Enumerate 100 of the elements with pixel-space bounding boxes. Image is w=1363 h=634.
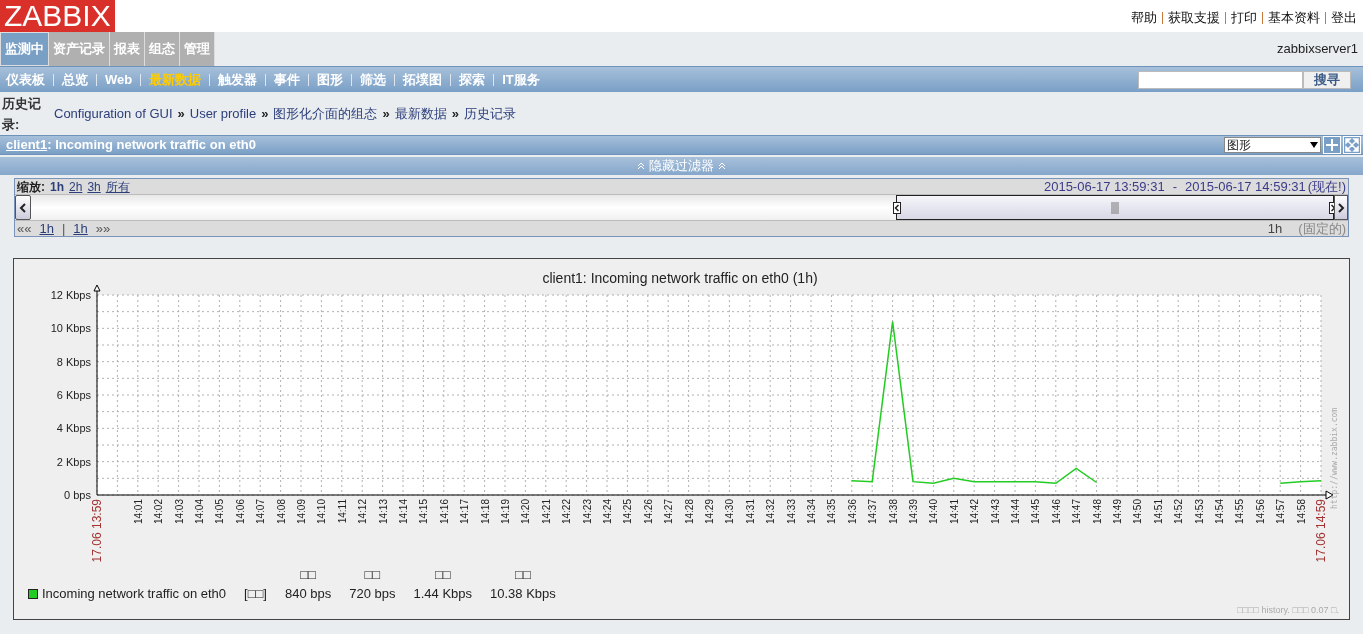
x-tick-label: 17.06 13:59 xyxy=(90,499,104,563)
header-link[interactable]: 基本资料 xyxy=(1268,8,1320,28)
search-field[interactable] xyxy=(1138,70,1303,89)
zoom-option[interactable]: 所有 xyxy=(105,177,130,196)
x-tick-label: 14:13 xyxy=(377,499,389,525)
x-tick-label: 14:01 xyxy=(132,499,144,525)
x-tick-label: 14:20 xyxy=(520,499,532,525)
forward-step-link[interactable]: 1h xyxy=(73,218,88,239)
y-tick-label: 6 Kbps xyxy=(56,389,91,401)
period-label: 1h xyxy=(1267,219,1283,238)
breadcrumb-link[interactable]: User profile xyxy=(189,103,257,124)
x-tick-label: 14:51 xyxy=(1152,499,1164,525)
legend-column-header: □□ xyxy=(300,565,316,584)
x-tick-label: 14:23 xyxy=(581,499,593,525)
breadcrumb-separator: » xyxy=(261,104,269,123)
y-tick-label: 8 Kbps xyxy=(56,355,91,368)
x-tick-label: 14:18 xyxy=(479,499,491,525)
header-link[interactable]: 获取支援 xyxy=(1168,8,1220,28)
header-link[interactable]: 登出 xyxy=(1331,8,1357,28)
x-tick-label: 14:28 xyxy=(683,499,695,525)
range-separator: - xyxy=(1172,177,1177,196)
breadcrumb-separator: » xyxy=(451,104,459,123)
legend-item-name: Incoming network traffic on eth0 xyxy=(42,585,227,603)
y-tick-label: 12 Kbps xyxy=(50,289,91,301)
x-tick-label: 14:57 xyxy=(1275,499,1287,525)
x-tick-label: 14:42 xyxy=(969,499,981,525)
scroll-right-button[interactable] xyxy=(1334,195,1348,220)
watermark-text: http://www.zabbix.com xyxy=(1330,407,1339,509)
zabbix-logo[interactable]: ZABBIX xyxy=(0,0,115,32)
x-tick-label: 14:48 xyxy=(1091,499,1103,525)
x-tick-label: 14:34 xyxy=(806,499,817,525)
breadcrumb-link[interactable]: Configuration of GUI xyxy=(54,103,173,124)
x-tick-label: 14:26 xyxy=(642,499,654,525)
breadcrumb-link[interactable]: 图形化介面的组态 xyxy=(273,103,378,124)
x-tick-label: 14:49 xyxy=(1112,499,1123,525)
back-step-link[interactable]: 1h xyxy=(39,218,54,239)
collapse-icon xyxy=(637,162,645,170)
period-handle[interactable] xyxy=(896,195,1334,220)
fullscreen-icon[interactable] xyxy=(1343,136,1361,154)
chart-title: client1: Incoming network traffic on eth0 (1h) xyxy=(542,270,818,286)
x-tick-label: 14:02 xyxy=(153,499,165,525)
server-name: zabbixserver1 xyxy=(1277,40,1359,59)
x-tick-label: 14:08 xyxy=(275,499,287,525)
search-button[interactable]: 搜寻 xyxy=(1303,70,1351,89)
graph-name: : Incoming network traffic on eth0 xyxy=(47,136,256,155)
x-tick-label: 14:50 xyxy=(1132,499,1144,525)
x-tick-label: 14:37 xyxy=(867,499,879,525)
x-tick-label: 14:32 xyxy=(765,499,777,525)
x-tick-label: 14:58 xyxy=(1295,499,1307,525)
header-link[interactable]: 帮助 xyxy=(1131,8,1157,28)
x-tick-label: 14:38 xyxy=(887,499,899,525)
legend-value: 10.38 Kbps xyxy=(490,585,556,603)
x-tick-label: 14:15 xyxy=(418,499,430,525)
header-link[interactable]: 打印 xyxy=(1231,8,1257,28)
legend-column-header: □□ xyxy=(434,565,451,584)
x-tick-label: 14:29 xyxy=(704,499,715,525)
x-tick-label: 14:27 xyxy=(663,499,675,525)
back-link[interactable]: «« xyxy=(17,218,32,239)
y-tick-label: 4 Kbps xyxy=(56,422,91,435)
zoom-option[interactable]: 2h xyxy=(69,177,83,196)
x-tick-label: 14:24 xyxy=(602,499,613,525)
x-tick-label: 14:36 xyxy=(846,499,858,525)
legend-value: 840 bps xyxy=(284,585,332,603)
x-tick-label: 14:53 xyxy=(1193,499,1205,525)
legend-function: [□□] xyxy=(244,585,267,603)
x-tick-label: 14:33 xyxy=(785,499,797,525)
x-tick-label: 14:22 xyxy=(561,499,573,525)
x-tick-label: 14:54 xyxy=(1214,499,1225,525)
now-label: (现在!) xyxy=(1307,177,1346,196)
x-tick-label: 14:40 xyxy=(928,499,940,525)
x-tick-label: 14:05 xyxy=(214,499,226,525)
x-tick-label: 14:10 xyxy=(316,499,328,525)
zoom-option[interactable]: 1h xyxy=(50,177,64,196)
y-tick-label: 0 bps xyxy=(64,489,91,501)
x-tick-label: 14:35 xyxy=(826,499,838,525)
forward-link[interactable]: »» xyxy=(95,218,111,239)
x-tick-label: 14:31 xyxy=(744,499,756,525)
chevron-left-icon xyxy=(894,202,900,213)
breadcrumb-link[interactable]: 历史记录 xyxy=(463,103,516,124)
x-tick-label: 14:11 xyxy=(336,499,348,524)
x-tick-label: 14:14 xyxy=(398,499,409,525)
x-tick-label: 14:09 xyxy=(296,499,307,525)
x-tick-label: 14:21 xyxy=(540,499,552,525)
x-tick-label: 14:30 xyxy=(724,499,736,525)
x-tick-label: 14:04 xyxy=(194,499,205,525)
x-tick-label: 14:17 xyxy=(459,499,471,525)
range-end: 2015-06-17 14:59:31 xyxy=(1185,177,1306,196)
x-tick-label: 14:06 xyxy=(234,499,246,525)
dropdown-caret-icon xyxy=(1310,142,1318,148)
plus-icon[interactable] xyxy=(1323,136,1341,154)
scroll-left-button[interactable] xyxy=(15,195,31,220)
breadcrumb-link[interactable]: 最新数据 xyxy=(394,103,447,124)
fixed-label: (固定的) xyxy=(1298,219,1346,238)
legend-column-header: □□ xyxy=(515,565,531,584)
x-tick-label: 14:43 xyxy=(989,499,1001,525)
legend-value: 1.44 Kbps xyxy=(413,585,473,603)
x-tick-label: 14:12 xyxy=(357,499,369,525)
view-select[interactable]: 图形 xyxy=(1224,137,1321,153)
x-tick-label: 14:44 xyxy=(1010,499,1021,525)
zoom-option[interactable]: 3h xyxy=(87,177,101,196)
